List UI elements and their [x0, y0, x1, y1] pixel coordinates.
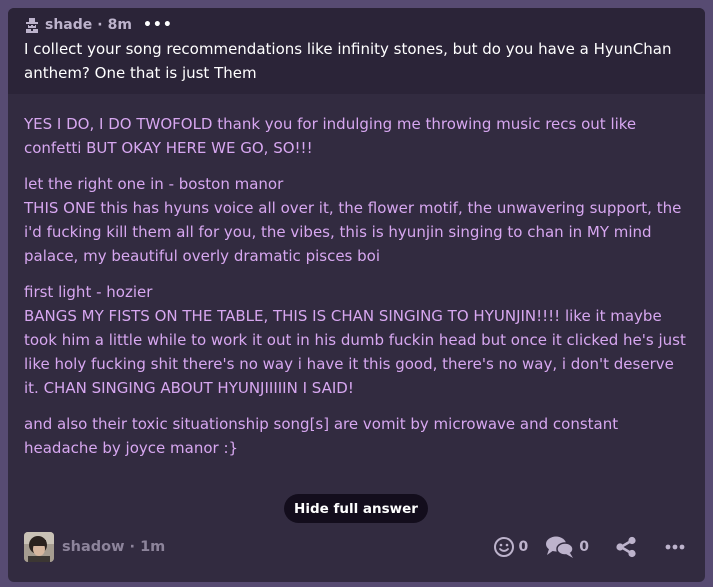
anon-ghost-icon	[26, 18, 38, 33]
action-bar: 0 0	[493, 535, 690, 559]
more-dots-icon[interactable]: •••	[143, 17, 173, 33]
answer-time: 1m	[140, 539, 166, 555]
song-title: first light - hozier	[24, 283, 153, 301]
question-time: 8m	[107, 17, 132, 33]
avatar[interactable]	[24, 532, 54, 562]
question-text: I collect your song recommendations like…	[24, 40, 672, 82]
more-options-icon[interactable]	[665, 544, 685, 550]
answer-paragraph: let the right one in - boston manor THIS…	[24, 172, 689, 268]
answer-line: and also their toxic situationship song[…	[24, 415, 619, 457]
question-block: shade · 8m ••• I collect your song recom…	[8, 8, 705, 94]
asker-name[interactable]: shade	[45, 17, 92, 33]
answer-paragraph: first light - hozier BANGS MY FISTS ON T…	[24, 280, 689, 400]
separator-dot: ·	[97, 17, 103, 33]
answer-paragraph: and also their toxic situationship song[…	[24, 412, 689, 460]
more-dots-icon	[665, 544, 685, 550]
reply-button[interactable]: 0	[545, 535, 589, 559]
reactions-count: 0	[518, 539, 529, 555]
asker-row: shade · 8m •••	[24, 16, 689, 34]
answer-body: YES I DO, I DO TWOFOLD thank you for ind…	[8, 94, 705, 460]
share-button[interactable]	[615, 536, 637, 558]
answer-line: THIS ONE this has hyuns voice all over i…	[24, 199, 682, 265]
answerer-name[interactable]: shadow	[62, 539, 124, 555]
replies-count: 0	[579, 539, 589, 555]
chat-bubbles-icon	[546, 536, 574, 558]
hide-full-answer-button[interactable]: Hide full answer	[284, 494, 428, 523]
smiley-icon	[493, 537, 514, 557]
answer-line: BANGS MY FISTS ON THE TABLE, THIS IS CHA…	[24, 307, 686, 397]
react-button[interactable]: 0	[493, 536, 529, 558]
song-title: let the right one in - boston manor	[24, 175, 284, 193]
answer-line: YES I DO, I DO TWOFOLD thank you for ind…	[24, 115, 637, 157]
avatar-image	[24, 532, 54, 562]
answerer-meta: shadow · 1m	[62, 539, 166, 555]
answer-card: shade · 8m ••• I collect your song recom…	[8, 8, 705, 582]
answer-footer: shadow · 1m 0 0	[24, 530, 689, 564]
answer-paragraph: YES I DO, I DO TWOFOLD thank you for ind…	[24, 112, 689, 160]
share-icon	[616, 536, 636, 558]
